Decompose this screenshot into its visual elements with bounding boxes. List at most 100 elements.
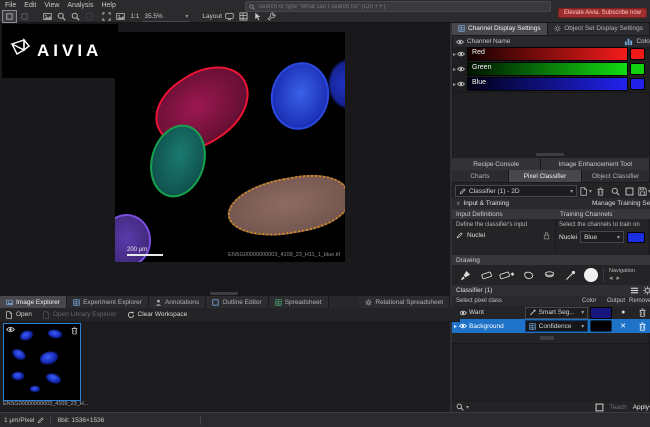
edit-pencil-icon[interactable] [37,417,44,424]
grid-layout-button[interactable] [237,11,250,22]
microscopy-image[interactable]: 200 μm ENSG00000000003_4109_23_H11_1_blu… [115,32,345,262]
background-remove-button[interactable] [634,322,650,331]
right-splitter-handle[interactable] [536,153,564,156]
lasso-tool-button[interactable] [519,267,537,283]
expand-chevron-icon[interactable]: ▸ [454,323,457,330]
red-color-swatch[interactable] [630,48,645,60]
inspect-classifier-button[interactable] [609,186,622,197]
single-layout-button[interactable] [223,11,236,22]
tab-outline-editor[interactable]: Outline Editor [206,296,268,308]
eye-icon[interactable] [6,326,15,333]
menu-help[interactable]: Help [101,2,115,9]
eye-icon[interactable] [459,323,467,329]
manage-training-set-link[interactable]: Manage Training Set [592,200,650,207]
want-remove-button[interactable] [634,308,650,317]
image-viewport[interactable]: AIVIA 200 μm ENSG00000000003_4109_23_H11… [0,22,450,296]
save-classifier-button[interactable]: ▾ [638,186,650,197]
image-view-button[interactable] [41,11,54,22]
tab-recipe-console[interactable]: Recipe Console [452,158,541,170]
picker-tool-button[interactable] [561,267,579,283]
tab-pixel-classifier[interactable]: Pixel Classifier [509,170,582,182]
viewport-splitter-handle[interactable] [210,292,238,295]
fill-eraser-tool-button[interactable]: ✱ [498,267,516,283]
blue-histogram-bar[interactable]: Blue [467,77,628,91]
zoom-in-button[interactable] [55,11,68,22]
clear-workspace-button[interactable]: Clear Workspace [127,311,188,319]
pointer-tool-button[interactable] [2,10,17,23]
green-color-swatch[interactable] [630,63,645,75]
tab-spreadsheet[interactable]: Spreadsheet [269,296,329,308]
tab-object-set-display-settings[interactable]: Object Set Display Settings [548,22,650,35]
subscribe-button[interactable]: Elevate Aivia. Subscribe now [558,8,647,18]
apply-button[interactable]: Apply [633,404,649,411]
menu-view[interactable]: View [44,2,59,9]
red-histogram-bar[interactable]: Red [467,47,628,61]
want-mode-select[interactable]: Smart Seg... ▾ [525,307,589,319]
eye-icon[interactable] [456,39,464,45]
tab-channel-display-settings[interactable]: Channel Display Settings [452,22,548,35]
blue-color-swatch[interactable] [630,78,645,90]
list-menu-icon[interactable] [630,286,639,295]
channel-row-green[interactable]: ▸ Green [452,62,648,76]
image-thumbnail-card[interactable] [3,323,81,401]
eye-icon[interactable] [457,51,465,57]
tab-image-enhancement-tool[interactable]: Image Enhancement Tool [541,158,650,170]
search-icon[interactable] [456,403,464,411]
new-classifier-button[interactable]: ▾ [579,186,592,197]
input-nuclei-label[interactable]: Nuclei [467,232,485,239]
eye-icon[interactable] [457,81,465,87]
chevron-down-icon[interactable]: ▾ [466,404,469,411]
background-mode-select[interactable]: Confidence ▾ [525,320,589,332]
brush-size-preview[interactable] [584,268,598,282]
eraser-tool-button[interactable] [477,267,495,283]
open-library-explorer-button[interactable]: Open Library Explorer [42,311,117,319]
want-color-swatch[interactable] [590,307,612,319]
duplicate-classifier-button[interactable] [623,186,636,197]
pixel-class-row-want[interactable]: ▸ Want Smart Seg... ▾ ● [452,306,650,319]
trash-icon[interactable] [71,326,78,335]
tab-annotations[interactable]: Annotations [149,296,206,308]
global-search[interactable] [245,1,551,12]
channel-row-blue[interactable]: ▸ Blue [452,77,648,91]
input-training-label[interactable]: Input & Training [463,200,509,207]
gear-icon[interactable] [643,286,650,295]
collapse-chevron-icon[interactable]: ∨ [456,200,460,207]
training-channel-color-swatch[interactable] [627,232,645,243]
tab-object-classifier[interactable]: Object Classifier [582,170,650,182]
actual-size-button[interactable] [114,11,127,22]
zoom-out-button[interactable] [69,11,82,22]
classifier-select[interactable]: Classifier (1) - 2D ▾ [455,185,577,197]
reset-view-button[interactable]: ◌ [83,11,96,22]
tools-button[interactable] [265,11,278,22]
preview-region-icon[interactable] [595,403,604,412]
delete-classifier-button[interactable] [594,186,607,197]
teach-button[interactable]: Teach [609,404,626,411]
nav-prev-button[interactable]: ◂ [609,274,613,282]
brush-tool-button[interactable] [456,267,474,283]
channel-row-red[interactable]: ▸ Red [452,47,648,61]
background-color-swatch[interactable] [590,320,612,332]
tab-experiment-explorer[interactable]: Experiment Explorer [67,296,149,308]
pointer-mode-button[interactable] [251,11,264,22]
hand-tool-button[interactable] [18,11,31,22]
eye-icon[interactable] [457,66,465,72]
eye-icon[interactable] [459,310,467,316]
add-class-handle[interactable] [540,336,554,340]
lock-icon[interactable] [542,231,551,240]
search-input[interactable] [258,4,547,10]
layers-tool-button[interactable] [540,267,558,283]
background-output-toggle[interactable]: ✕ [614,322,632,330]
menu-edit[interactable]: Edit [24,2,36,9]
zoom-level-select[interactable]: 35.5% ▾ [142,12,190,22]
tab-image-explorer[interactable]: Image Explorer [0,296,67,308]
menu-file[interactable]: File [5,2,16,9]
nav-next-button[interactable]: ▸ [617,274,621,282]
histogram-icon[interactable] [624,37,633,46]
tab-relational-spreadsheet[interactable]: Relational Spreadsheet [359,296,450,308]
fit-screen-button[interactable] [100,11,113,22]
open-button[interactable]: Open [5,311,32,319]
training-channel-select[interactable]: Blue ▾ [580,231,624,243]
green-histogram-bar[interactable]: Green [467,62,628,76]
tab-charts[interactable]: Charts [452,170,509,182]
pixel-class-row-background[interactable]: ▸ Background Confidence ▾ ✕ [452,319,650,333]
